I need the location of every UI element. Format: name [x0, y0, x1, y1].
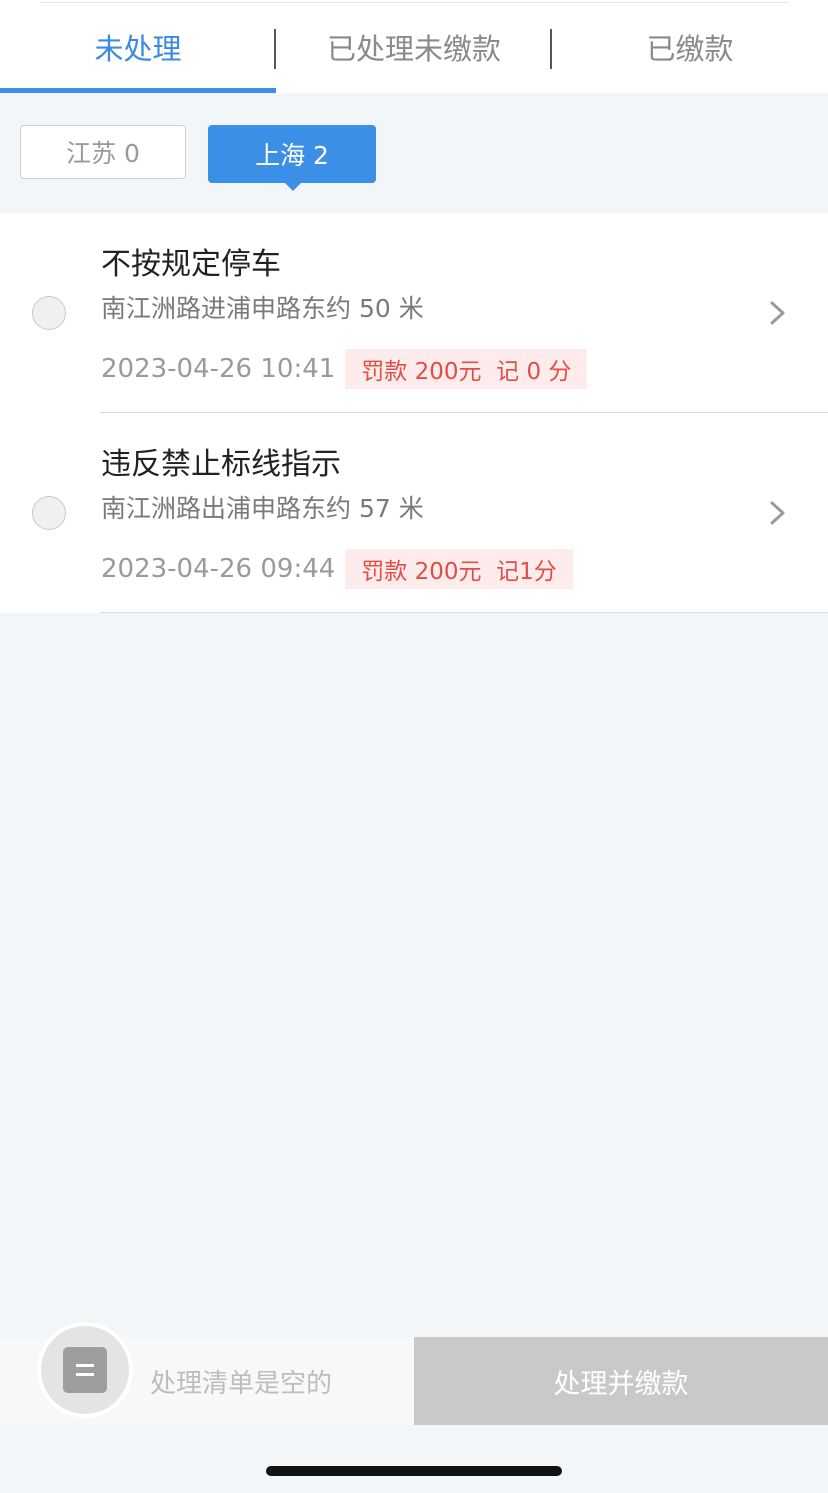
violation-time: 2023-04-26 10:41 — [101, 354, 336, 384]
penalty-badge: 罚款 200元 记1分 — [345, 549, 573, 589]
document-icon — [63, 1347, 107, 1393]
violation-address: 南江洲路出浦申路东约 57 米 — [101, 494, 424, 523]
chip-label: 上海 2 — [255, 141, 329, 170]
chip-label: 江苏 0 — [66, 139, 140, 168]
process-list-button[interactable] — [41, 1326, 129, 1414]
chevron-right-icon[interactable] — [764, 497, 792, 529]
chip-pointer — [284, 182, 302, 191]
select-radio[interactable] — [32, 296, 66, 330]
violation-address: 南江洲路进浦申路东约 50 米 — [101, 294, 424, 323]
violation-title: 违反禁止标线指示 — [101, 447, 341, 482]
penalty-badge: 罚款 200元 记 0 分 — [345, 349, 588, 389]
tab-label: 未处理 — [94, 31, 182, 66]
violation-time: 2023-04-26 09:44 — [101, 554, 336, 584]
violation-item[interactable]: 不按规定停车 南江洲路进浦申路东约 50 米 2023-04-26 10:41 … — [0, 213, 828, 413]
status-tab-bar: 未处理 已处理未缴款 已缴款 — [0, 0, 828, 93]
home-indicator — [266, 1466, 562, 1476]
province-filter: 江苏 0 上海 2 — [0, 93, 828, 213]
violation-item[interactable]: 违反禁止标线指示 南江洲路出浦申路东约 57 米 2023-04-26 09:4… — [0, 413, 828, 613]
chevron-right-icon[interactable] — [764, 297, 792, 329]
bottom-action-bar: 处理清单是空的 处理并缴款 — [0, 1326, 828, 1425]
tab-label: 已处理未缴款 — [326, 31, 501, 66]
province-chip-jiangsu[interactable]: 江苏 0 — [20, 125, 186, 179]
violation-list: 不按规定停车 南江洲路进浦申路东约 50 米 2023-04-26 10:41 … — [0, 213, 828, 613]
province-chip-shanghai[interactable]: 上海 2 — [208, 125, 376, 191]
violation-meta: 2023-04-26 10:41 罚款 200元 记 0 分 — [101, 349, 588, 389]
tab-paid[interactable]: 已缴款 — [552, 0, 828, 93]
select-radio[interactable] — [32, 496, 66, 530]
violation-meta: 2023-04-26 09:44 罚款 200元 记1分 — [101, 549, 573, 589]
tab-label: 已缴款 — [646, 31, 734, 66]
row-divider — [100, 612, 828, 613]
tab-processed-unpaid[interactable]: 已处理未缴款 — [276, 0, 552, 93]
penalty-text: 罚款 200元 记1分 — [361, 559, 557, 585]
penalty-text: 罚款 200元 记 0 分 — [361, 359, 572, 385]
process-list-empty-text: 处理清单是空的 — [150, 1368, 333, 1399]
violation-title: 不按规定停车 — [101, 247, 281, 282]
process-and-pay-button[interactable]: 处理并缴款 — [414, 1337, 828, 1425]
tab-unprocessed[interactable]: 未处理 — [0, 0, 276, 93]
